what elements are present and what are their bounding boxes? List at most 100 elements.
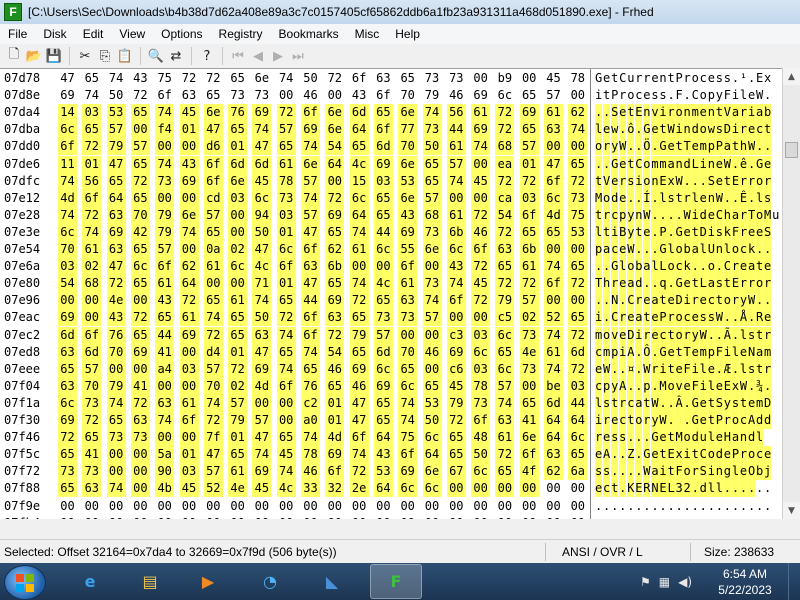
hex-byte[interactable]: 72 [228, 360, 248, 378]
ascii-char[interactable]: W [747, 138, 755, 156]
ascii-char[interactable]: A [747, 412, 755, 429]
hex-byte[interactable]: 00 [277, 87, 296, 104]
hex-byte[interactable]: 72 [471, 258, 491, 276]
hex-byte[interactable]: 46 [325, 360, 345, 378]
hex-byte[interactable]: 03 [519, 189, 539, 207]
hex-byte[interactable]: 73 [447, 70, 466, 87]
ascii-char[interactable]: . [667, 498, 674, 515]
ascii-char[interactable]: e [715, 377, 723, 395]
hex-byte[interactable]: 74 [398, 394, 418, 412]
hex-byte[interactable]: 65 [519, 223, 539, 241]
hex-byte[interactable]: 53 [373, 463, 393, 481]
ascii-char[interactable]: m [691, 104, 699, 122]
wireshark-icon[interactable]: ◣ [306, 564, 358, 599]
ascii-char[interactable]: o [700, 87, 707, 104]
ascii-char[interactable]: Â [675, 394, 683, 412]
ascii-char[interactable]: o [627, 87, 634, 104]
hex-byte[interactable]: 65 [276, 343, 296, 361]
ascii-char[interactable]: e [595, 360, 602, 378]
hex-byte[interactable]: 65 [204, 87, 223, 104]
ascii-char[interactable]: i [619, 343, 626, 361]
hex-byte[interactable]: 61 [179, 309, 199, 327]
hex-byte[interactable]: 72 [471, 206, 491, 224]
ascii-char[interactable]: x [675, 446, 683, 464]
ascii-char[interactable]: s [603, 394, 610, 412]
ascii-char[interactable]: r [603, 138, 610, 156]
ascii-char[interactable]: A [619, 377, 626, 395]
ascii-char[interactable]: W [643, 463, 651, 481]
ascii-char[interactable]: l [707, 429, 715, 447]
ascii-char[interactable]: . [667, 87, 674, 104]
ascii-char[interactable]: F [731, 223, 739, 241]
hex-byte[interactable]: 65 [373, 189, 393, 207]
hex-byte[interactable]: 00 [568, 480, 587, 497]
hex-byte[interactable]: 64 [373, 429, 393, 447]
ascii-char[interactable]: . [667, 394, 675, 412]
scroll-thumb[interactable] [785, 142, 798, 158]
hex-byte[interactable]: 65 [82, 429, 102, 447]
hex-byte[interactable]: 6c [422, 429, 442, 447]
hex-byte[interactable]: 65 [446, 429, 466, 447]
ascii-char[interactable]: . [764, 292, 771, 310]
hex-byte[interactable]: 64 [422, 446, 442, 464]
hex-byte[interactable]: 44 [155, 326, 175, 344]
hex-byte[interactable]: 70 [398, 343, 418, 361]
ascii-char[interactable]: a [723, 138, 731, 156]
hex-byte[interactable]: 61 [179, 394, 199, 412]
hex-byte[interactable]: 67 [446, 463, 466, 481]
ascii-char[interactable]: d [756, 412, 763, 429]
ascii-char[interactable]: e [699, 104, 707, 122]
hex-byte[interactable]: 57 [519, 292, 539, 310]
hex-byte[interactable]: 74 [277, 70, 296, 87]
ascii-char[interactable]: t [595, 172, 602, 190]
ascii-char[interactable]: s [619, 429, 626, 447]
hex-byte[interactable]: 65 [130, 155, 150, 173]
frhed-taskbar-icon[interactable]: F [370, 564, 422, 599]
ascii-char[interactable]: G [756, 155, 763, 173]
hex-byte[interactable]: 6b [519, 241, 539, 258]
ascii-char[interactable]: . [724, 498, 731, 515]
ascii-char[interactable]: . [691, 480, 699, 498]
ascii-char[interactable]: t [723, 275, 731, 293]
ascii-char[interactable]: W [643, 206, 651, 224]
ascii-char[interactable]: R [756, 309, 763, 327]
ascii-char[interactable]: c [700, 70, 707, 87]
hex-byte[interactable]: 54 [325, 138, 345, 156]
hex-byte[interactable]: 6f [471, 412, 491, 429]
hex-byte[interactable]: 01 [228, 343, 248, 361]
ascii-char[interactable]: o [723, 292, 731, 310]
ascii-char[interactable]: m [603, 343, 610, 361]
ascii-char[interactable]: i [675, 121, 683, 139]
hex-byte[interactable]: 43 [179, 155, 199, 173]
ascii-char[interactable]: p [619, 206, 626, 224]
ascii-char[interactable]: . [611, 463, 618, 481]
ascii-char[interactable]: C [635, 155, 642, 173]
hex-byte[interactable]: 65 [301, 360, 320, 378]
hex-byte[interactable]: 4b [155, 480, 175, 498]
hex-byte[interactable]: 6d [252, 155, 272, 173]
ascii-char[interactable]: P [715, 138, 723, 156]
hex-byte[interactable]: 43 [131, 70, 150, 87]
hex-byte[interactable]: 00 [495, 480, 515, 498]
hex-byte[interactable]: 52 [203, 480, 223, 498]
ascii-char[interactable]: . [667, 206, 675, 224]
hex-byte[interactable]: 00 [82, 309, 102, 327]
ascii-char[interactable]: G [659, 343, 667, 361]
hex-byte[interactable]: 65 [495, 343, 515, 361]
ascii-char[interactable]: g [723, 463, 731, 481]
ascii-char[interactable]: ¹ [740, 70, 747, 87]
clock[interactable]: 6:54 AM 5/22/2023 [710, 566, 780, 598]
hex-byte[interactable]: 62 [325, 241, 345, 258]
hex-byte[interactable]: 65 [203, 223, 223, 241]
hex-byte[interactable]: 6d [349, 104, 369, 122]
hex-byte[interactable]: 61 [519, 258, 539, 276]
ascii-char[interactable]: . [643, 498, 650, 515]
ascii-char[interactable]: r [691, 463, 699, 481]
hex-byte[interactable]: 47 [252, 138, 272, 156]
hex-byte[interactable]: 69 [130, 343, 150, 361]
ascii-char[interactable]: r [739, 446, 747, 464]
hex-byte[interactable]: 50 [252, 223, 272, 241]
ascii-char[interactable]: D [627, 326, 634, 344]
ascii-char[interactable]: . [731, 480, 739, 498]
ascii-char[interactable]: . [603, 292, 610, 310]
